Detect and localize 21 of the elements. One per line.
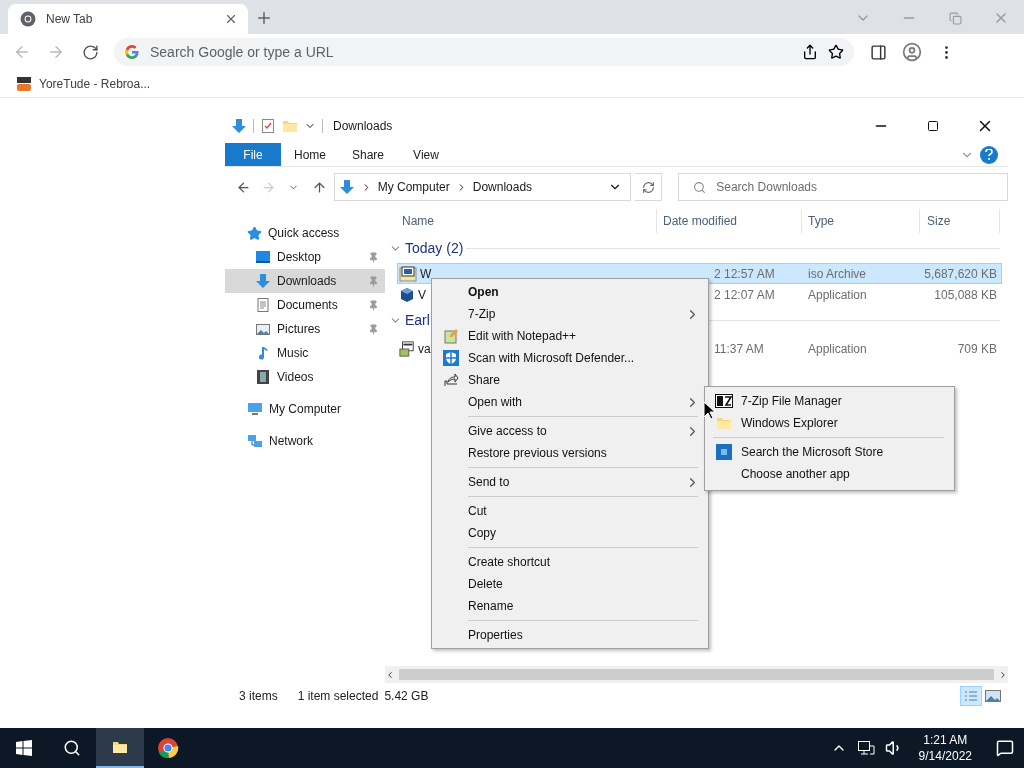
selection-size: 5.42 GB: [384, 689, 429, 703]
file-name: va: [418, 342, 431, 356]
clock-date: 9/14/2022: [918, 748, 972, 764]
date-modified: 11:37 AM: [713, 342, 765, 356]
tab-title: New Tab: [46, 12, 94, 26]
group-header: Earl: [405, 312, 430, 328]
window-title: Downloads: [333, 119, 394, 133]
file-type: Application: [807, 342, 868, 356]
selection-info: 1 item selected: [297, 689, 379, 703]
file-size: 5,687,620 KB: [923, 266, 998, 281]
date-modified: 2 12:57 AM: [713, 266, 776, 281]
file-type: iso Archive: [807, 266, 868, 281]
item-count: 3 items: [239, 689, 278, 703]
file-size: 105,088 KB: [933, 287, 998, 302]
file-name: W: [420, 266, 432, 281]
file-name: V: [418, 287, 426, 302]
clock-time: 1:21 AM: [923, 732, 968, 748]
file-type: Application: [807, 287, 868, 302]
file-size: 709 KB: [956, 342, 998, 356]
group-header: Today (2): [405, 240, 464, 256]
date-modified: 2 12:07 AM: [713, 287, 776, 302]
